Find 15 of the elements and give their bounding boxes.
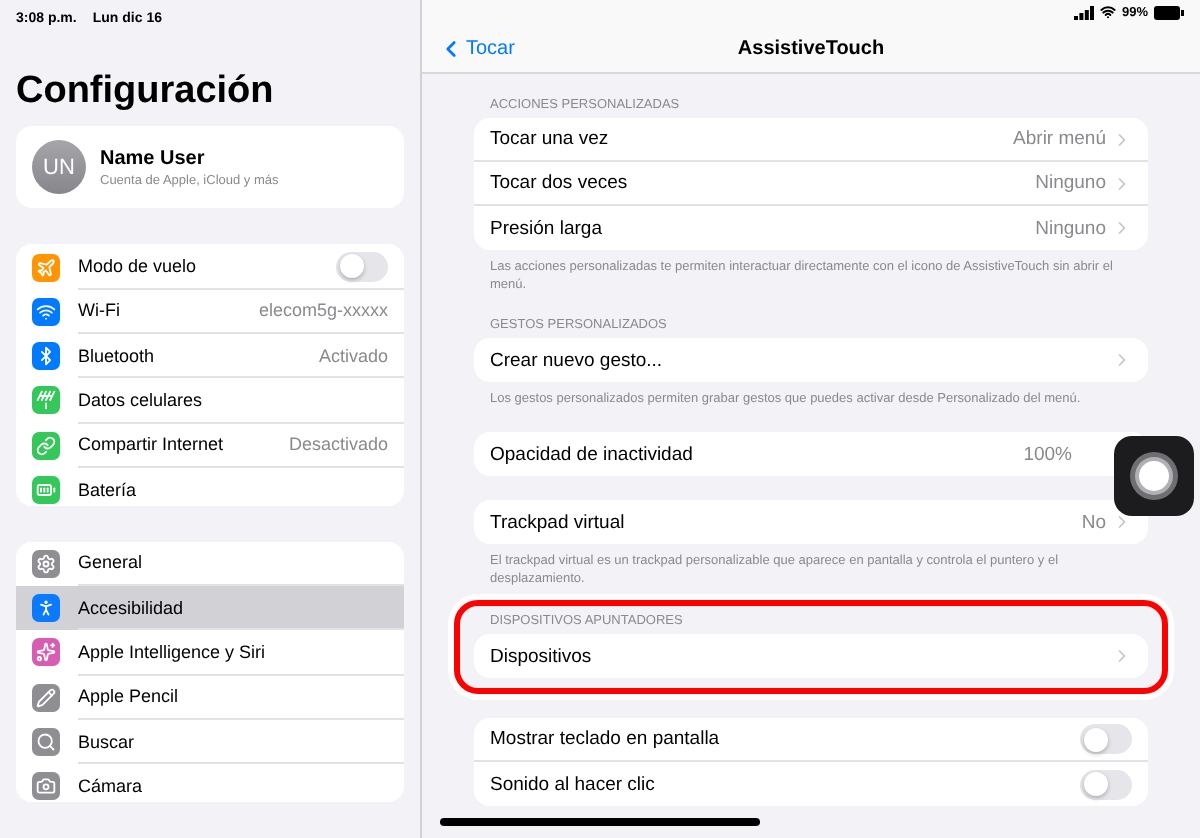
battery-icon (1154, 5, 1184, 19)
back-button[interactable]: Tocar (438, 35, 515, 61)
nav-title: AssistiveTouch (737, 37, 885, 59)
toggle-switch[interactable] (1080, 769, 1132, 800)
floating-button-overlay[interactable] (1114, 436, 1194, 516)
settings-row[interactable]: Mostrar teclado en pantalla (474, 718, 1148, 763)
avatar: UN (32, 140, 86, 195)
circle-icon (1128, 450, 1180, 502)
sidebar-item[interactable]: Accesibilidad (16, 586, 404, 631)
toggle-switch[interactable] (1080, 724, 1132, 755)
toggle-switch[interactable] (336, 251, 388, 282)
wifi-icon (1099, 4, 1116, 20)
page-title: Configuración (16, 70, 276, 115)
signal-icon (1073, 5, 1094, 19)
profile-name: Name User (100, 147, 207, 170)
